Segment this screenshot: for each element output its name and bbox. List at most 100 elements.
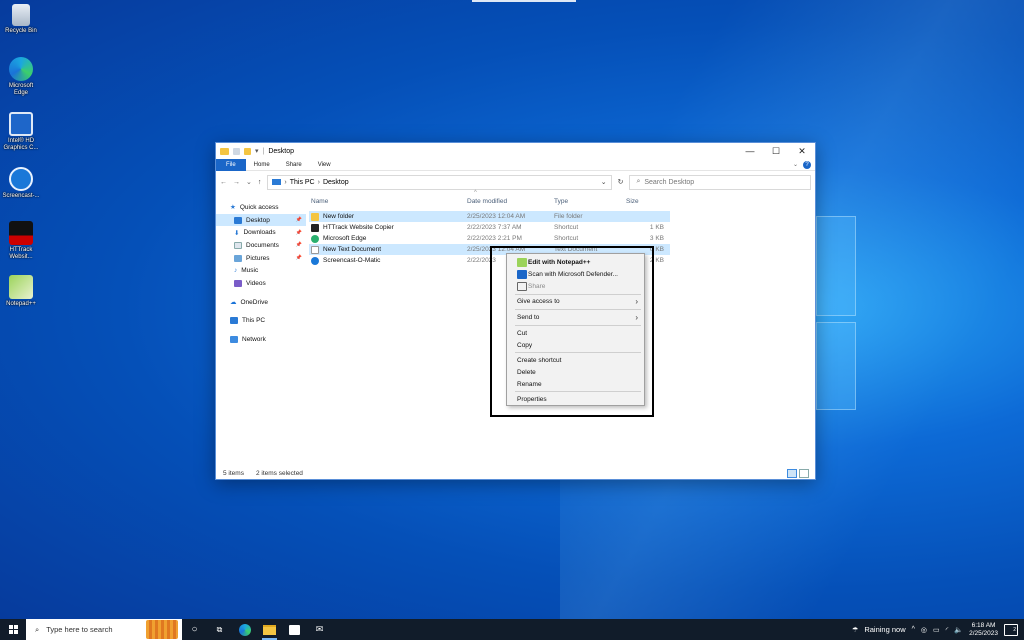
sidebar-quick-access[interactable]: ★ Quick access xyxy=(216,201,306,214)
sidebar-label: Pictures xyxy=(246,254,270,262)
menu-delete[interactable]: Delete xyxy=(507,367,644,378)
file-row-edge[interactable]: Microsoft Edge 2/22/2023 2:21 PM Shortcu… xyxy=(309,233,670,244)
minimize-button[interactable]: — xyxy=(737,144,763,158)
sidebar-item-onedrive[interactable]: ☁ OneDrive xyxy=(216,296,306,309)
breadcrumb-desktop[interactable]: Desktop xyxy=(323,179,349,186)
ribbon-tabs: File Home Share View ⌄ ? xyxy=(216,158,815,171)
menu-properties[interactable]: Properties xyxy=(507,394,644,405)
sort-arrow-icon: ^ xyxy=(474,190,477,196)
file-row-httrack[interactable]: HTTrack Website Copier 2/22/2023 7:37 AM… xyxy=(309,222,670,233)
maximize-button[interactable]: ☐ xyxy=(763,144,789,158)
menu-cut[interactable]: Cut xyxy=(507,328,644,339)
weather-icon[interactable]: ☂ xyxy=(852,626,858,634)
intel-graphics-icon xyxy=(9,112,33,136)
task-view-icon[interactable]: ⧉ xyxy=(207,619,232,640)
desktop-icon-label: Notepad++ xyxy=(6,301,36,307)
search-highlight-image xyxy=(146,620,178,639)
file-row-new-folder[interactable]: New folder 2/25/2023 12:04 AM File folde… xyxy=(309,211,670,222)
close-button[interactable]: ✕ xyxy=(789,144,815,158)
notepadpp-icon xyxy=(517,258,527,267)
menu-share[interactable]: Share xyxy=(507,281,644,292)
battery-icon[interactable]: ▭ xyxy=(933,626,940,634)
show-hidden-icons-icon[interactable]: ^ xyxy=(912,626,915,633)
start-button[interactable] xyxy=(0,625,26,634)
window-title: Desktop xyxy=(268,147,295,155)
taskbar: ⌕ Type here to search ○ ⧉ ✉ ☂ Raining no… xyxy=(0,619,1024,640)
meet-now-icon[interactable]: ◎ xyxy=(921,626,927,634)
help-icon[interactable]: ? xyxy=(803,160,811,169)
taskbar-edge-icon[interactable] xyxy=(232,619,257,640)
menu-edit-with-notepadpp[interactable]: Edit with Notepad++ xyxy=(507,257,644,268)
pin-icon: 📌 xyxy=(295,217,302,224)
sidebar-item-pictures[interactable]: Pictures 📌 xyxy=(216,252,306,265)
tab-file[interactable]: File xyxy=(216,158,246,171)
system-tray: ☂ Raining now ^ ◎ ▭ ◜ 🔈 6:18 AM 2/25/202… xyxy=(852,622,1024,638)
sidebar-item-desktop[interactable]: Desktop 📌 xyxy=(216,213,306,227)
clock-time: 6:18 AM xyxy=(971,621,996,629)
desktop-icon-label: Screencast-... xyxy=(2,193,40,199)
cortana-icon[interactable]: ○ xyxy=(182,619,207,640)
volume-icon[interactable]: 🔈 xyxy=(954,626,963,634)
context-menu: Edit with Notepad++ Scan with Microsoft … xyxy=(506,253,645,406)
menu-give-access-to[interactable]: Give access to › xyxy=(507,296,644,307)
sidebar-item-this-pc[interactable]: This PC xyxy=(216,315,306,328)
menu-scan-defender[interactable]: Scan with Microsoft Defender... xyxy=(507,269,644,280)
clock[interactable]: 6:18 AM 2/25/2023 xyxy=(969,622,998,638)
pictures-icon xyxy=(234,254,242,262)
up-icon[interactable]: ↑ xyxy=(258,179,262,186)
tab-share[interactable]: Share xyxy=(278,159,310,171)
customize-toolbar-icon[interactable]: ▾ xyxy=(255,147,259,155)
refresh-icon[interactable]: ↻ xyxy=(618,178,624,186)
forward-icon[interactable]: → xyxy=(233,179,240,186)
desktop-icon-httrack[interactable]: HTTrack Websit... xyxy=(2,221,40,261)
desktop-icon-edge[interactable]: Microsoft Edge xyxy=(2,57,40,97)
desktop-icon-intel[interactable]: Intel® HD Graphics C... xyxy=(2,112,40,152)
column-date-modified[interactable]: Date modified xyxy=(467,198,507,205)
music-icon: ♪ xyxy=(234,267,238,275)
sidebar-item-music[interactable]: ♪ Music xyxy=(216,264,306,277)
back-icon[interactable]: ← xyxy=(220,179,227,186)
large-icons-view-button[interactable] xyxy=(799,469,809,478)
wifi-icon[interactable]: ◜ xyxy=(946,626,949,634)
share-icon xyxy=(517,282,527,291)
address-dropdown-icon[interactable]: ⌄ xyxy=(601,178,607,186)
menu-copy[interactable]: Copy xyxy=(507,340,644,351)
search-placeholder: Search Desktop xyxy=(644,178,695,186)
sidebar-item-downloads[interactable]: ⬇ Downloads 📌 xyxy=(216,226,306,239)
desktop-icon-screencast[interactable]: Screencast-... xyxy=(2,167,40,200)
menu-create-shortcut[interactable]: Create shortcut xyxy=(507,355,644,366)
sidebar-label: Desktop xyxy=(246,216,270,224)
search-box[interactable]: ⌕ Search Desktop xyxy=(629,174,811,190)
column-size[interactable]: Size xyxy=(626,198,639,205)
taskbar-file-explorer-icon[interactable] xyxy=(257,619,282,640)
navigation-pane: ★ Quick access Desktop 📌 ⬇ Downloads 📌 D… xyxy=(216,193,306,467)
sidebar-item-videos[interactable]: Videos xyxy=(216,277,306,290)
tab-home[interactable]: Home xyxy=(246,159,278,171)
column-name[interactable]: Name xyxy=(311,198,328,205)
new-folder-icon[interactable] xyxy=(244,147,251,155)
address-bar[interactable]: › This PC › Desktop ⌄ xyxy=(267,174,612,190)
notification-center-icon[interactable]: 2 xyxy=(1004,623,1018,636)
taskbar-store-icon[interactable] xyxy=(282,619,307,640)
details-view-button[interactable] xyxy=(787,469,797,478)
sidebar-item-network[interactable]: Network xyxy=(216,333,306,346)
title-separator: | xyxy=(262,147,265,155)
recent-locations-icon[interactable]: ⌄ xyxy=(246,178,252,186)
desktop-icon-notepadpp[interactable]: Notepad++ xyxy=(2,275,40,308)
tab-view[interactable]: View xyxy=(310,159,339,171)
sidebar-item-documents[interactable]: Documents 📌 xyxy=(216,239,306,252)
column-type[interactable]: Type xyxy=(554,198,568,205)
clock-date: 2/25/2023 xyxy=(969,629,998,637)
menu-send-to[interactable]: Send to › xyxy=(507,312,644,323)
taskbar-mail-icon[interactable]: ✉ xyxy=(307,619,332,640)
menu-rename[interactable]: Rename xyxy=(507,379,644,390)
desktop-icon-recycle-bin[interactable]: Recycle Bin xyxy=(2,4,40,35)
expand-ribbon-icon[interactable]: ⌄ xyxy=(793,161,798,168)
defender-shield-icon xyxy=(517,270,527,279)
weather-text[interactable]: Raining now xyxy=(864,625,905,634)
text-file-icon xyxy=(311,245,319,254)
breadcrumb-this-pc[interactable]: This PC xyxy=(290,179,315,186)
sidebar-label: OneDrive xyxy=(240,298,268,306)
properties-icon[interactable] xyxy=(233,147,240,155)
taskbar-search-box[interactable]: ⌕ Type here to search xyxy=(26,619,182,640)
